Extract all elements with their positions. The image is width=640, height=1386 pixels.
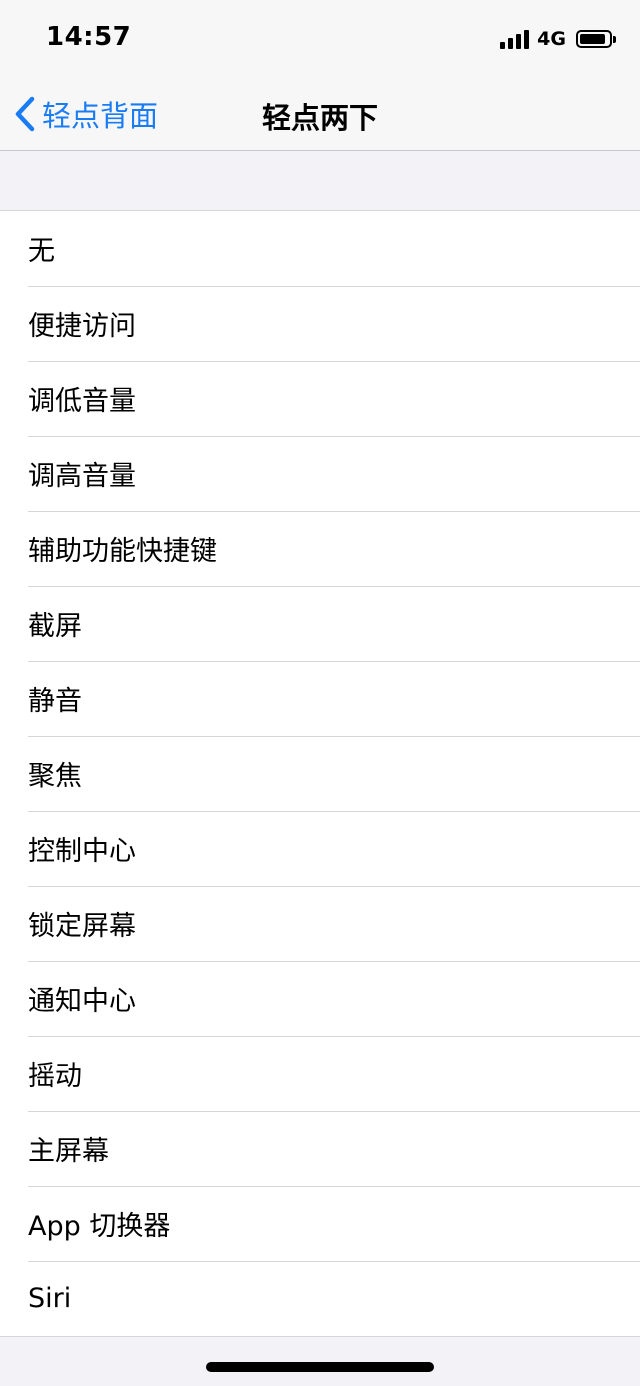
list-item-control-center[interactable]: 控制中心 <box>0 811 640 886</box>
list-item-volume-down[interactable]: 调低音量 <box>0 361 640 436</box>
list-item-reachability[interactable]: 便捷访问 <box>0 286 640 361</box>
list-item-app-switcher[interactable]: App 切换器 <box>0 1186 640 1261</box>
home-indicator[interactable] <box>206 1362 434 1372</box>
options-list: 无 便捷访问 调低音量 调高音量 辅助功能快捷键 截屏 静音 聚焦 控制中心 锁… <box>0 210 640 1337</box>
list-item-notification-center[interactable]: 通知中心 <box>0 961 640 1036</box>
status-indicators: 4G <box>500 28 616 50</box>
list-item-focus[interactable]: 聚焦 <box>0 736 640 811</box>
list-item-lock-screen[interactable]: 锁定屏幕 <box>0 886 640 961</box>
list-item-accessibility-shortcut[interactable]: 辅助功能快捷键 <box>0 511 640 586</box>
network-type: 4G <box>537 28 566 50</box>
page-title: 轻点两下 <box>261 101 378 135</box>
list-item-volume-up[interactable]: 调高音量 <box>0 436 640 511</box>
navigation-bar: 轻点背面 轻点两下 <box>0 76 640 151</box>
status-bar: 14:57 4G <box>0 0 640 76</box>
battery-icon <box>576 30 616 48</box>
list-item-shake[interactable]: 摇动 <box>0 1036 640 1111</box>
list-item-none[interactable]: 无 <box>0 211 640 286</box>
list-item-siri[interactable]: Siri <box>0 1261 640 1336</box>
list-item-home-screen[interactable]: 主屏幕 <box>0 1111 640 1186</box>
cellular-signal-icon <box>500 29 530 49</box>
status-time: 14:57 <box>46 22 132 52</box>
list-item-screenshot[interactable]: 截屏 <box>0 586 640 661</box>
list-item-mute[interactable]: 静音 <box>0 661 640 736</box>
